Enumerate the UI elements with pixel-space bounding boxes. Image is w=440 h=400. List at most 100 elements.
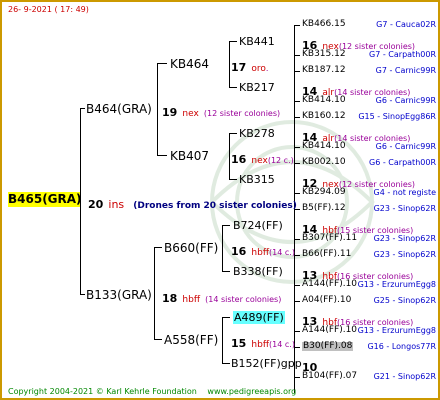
race-code: hbff (182, 295, 201, 305)
tree-line (154, 247, 155, 339)
gen-number: 19 (162, 106, 178, 119)
gen-number: 18 (162, 292, 178, 305)
line-label: G6 - Carnic99R (375, 96, 436, 105)
sister-colonies: (12 c.) (267, 156, 294, 165)
gen4-node[interactable]: A144(FF).10 (302, 280, 357, 289)
line-label: G7 - Carnic99R (375, 66, 436, 75)
tree-line (294, 331, 300, 332)
line-label: G13 - ErzurumEgg8 (357, 280, 436, 289)
gen-number: 17 (231, 61, 247, 74)
tree-line (294, 71, 300, 72)
tree-line (229, 179, 237, 180)
tree-line (294, 55, 300, 56)
gen4-node[interactable]: KB187.12 (302, 66, 346, 75)
gen3-node[interactable]: B724(FF) (233, 220, 283, 231)
grandparent-node[interactable]: A558(FF) (164, 334, 218, 346)
tree-line (229, 133, 237, 134)
tree-line (80, 108, 85, 109)
gen3-node-highlighted[interactable]: A489(FF) (233, 311, 285, 324)
parent-info: 19 nex (12 sister colonies) (162, 103, 280, 119)
gen-number: 16 (231, 153, 247, 166)
sister-colonies: (14 c.) (269, 340, 295, 349)
line-label: G7 - Cauca02R (376, 20, 436, 29)
sister-colonies: (14 sister colonies) (205, 295, 282, 304)
pedigree-frame: 26- 9-2021 ( 17: 49) B465(GRA) 20 ins (D… (0, 0, 440, 400)
tree-line (157, 63, 158, 155)
grandparent-info: 17 oro. (231, 58, 268, 74)
root-queen[interactable]: B465(GRA) (8, 192, 82, 207)
drone-note: (Drones from 20 sister colonies) (133, 201, 297, 211)
grandparent-info: 16 hbff(14 c.) (231, 242, 295, 258)
line-label: G15 - SinopEgg86R (358, 112, 436, 121)
tree-line (294, 117, 300, 118)
tree-line (294, 147, 300, 148)
gen4-node[interactable]: B307(FF).11 (302, 234, 357, 243)
race-code: hbff (251, 340, 270, 350)
gen3-node[interactable]: KB441 (239, 36, 275, 47)
gen4-node[interactable]: B66(FF).11 (302, 250, 351, 259)
gen4-node[interactable]: KB294.09 (302, 188, 346, 197)
line-label: G4 - not registe (373, 188, 436, 197)
tree-line (157, 63, 167, 64)
gen4-node[interactable]: KB315.12 (302, 50, 346, 59)
line-label: G16 - Longos77R (367, 342, 436, 351)
gen4-node[interactable]: KB414.10 (302, 142, 346, 151)
gen4-node[interactable]: B30(FF).08 (302, 342, 354, 351)
sister-colonies: (12 sister colonies) (203, 109, 281, 118)
line-label: G6 - Carpath00R (369, 158, 436, 167)
tree-line (157, 155, 167, 156)
root-race: ins (108, 198, 125, 211)
tree-line (222, 317, 223, 363)
root-info: 20 ins (Drones from 20 sister colonies) (88, 195, 297, 211)
grandparent-node[interactable]: KB407 (170, 150, 209, 162)
gen4-node[interactable]: B104(FF).07 (302, 372, 357, 381)
gen3-node[interactable]: B338(FF) (233, 266, 283, 277)
tree-line (222, 225, 230, 226)
line-label: G6 - Carnic99R (375, 142, 436, 151)
copyright-text: Copyright 2004-2021 © Karl Kehrle Founda… (8, 387, 197, 396)
gen4-node[interactable]: KB466.15 (302, 20, 346, 29)
tree-line (154, 339, 162, 340)
site-link[interactable]: www.pedigreeapis.org (207, 387, 296, 396)
grandparent-info: 16 nex(12 c.) (231, 150, 294, 166)
line-label: G23 - Sinop62R (373, 234, 436, 243)
parent-node[interactable]: B133(GRA) (86, 289, 152, 301)
tree-line (222, 317, 230, 318)
race-code: nex (182, 109, 199, 119)
parent-info: 18 hbff (14 sister colonies) (162, 289, 281, 305)
root-gen-number: 20 (88, 198, 104, 211)
tree-line (222, 363, 230, 364)
grandparent-node[interactable]: B660(FF) (164, 242, 218, 254)
gen4-node[interactable]: A04(FF).10 (302, 296, 351, 305)
tree-line (154, 247, 162, 248)
tree-line (222, 271, 230, 272)
tree-line (294, 239, 300, 240)
line-label: G21 - Sinop62R (373, 372, 436, 381)
gen3-node[interactable]: KB315 (239, 174, 275, 185)
line-label: G23 - Sinop62R (373, 204, 436, 213)
grandparent-node[interactable]: KB464 (170, 58, 209, 70)
gen3-node[interactable]: KB217 (239, 82, 275, 93)
tree-line (229, 41, 237, 42)
tree-line (229, 87, 237, 88)
tree-line (80, 294, 85, 295)
gen3-node[interactable]: KB278 (239, 128, 275, 139)
tree-line (294, 377, 300, 378)
tree-line (229, 41, 230, 87)
gen4-node[interactable]: KB002.10 (302, 158, 346, 167)
print-date: 26- 9-2021 ( 17: 49) (8, 5, 89, 14)
gen4-node[interactable]: B5(FF).12 (302, 204, 346, 213)
gen3-node[interactable]: B152(FF)gpp (231, 358, 302, 369)
gen4-node[interactable]: KB414.10 (302, 96, 346, 105)
parent-node[interactable]: B464(GRA) (86, 103, 152, 115)
gen4-node[interactable]: A144(FF).10 (302, 326, 357, 335)
line-label: G13 - ErzurumEgg8 (357, 326, 436, 335)
gen4-node[interactable]: KB160.12 (302, 112, 346, 121)
race-code: oro (251, 64, 266, 74)
tree-line (222, 225, 223, 271)
grandparent-info: 15 hbff(14 c.) (231, 334, 295, 350)
tree-line (294, 163, 300, 164)
gen-number: 16 (231, 245, 247, 258)
line-label: G7 - Carpath00R (369, 50, 436, 59)
footer: Copyright 2004-2021 © Karl Kehrle Founda… (8, 388, 296, 396)
